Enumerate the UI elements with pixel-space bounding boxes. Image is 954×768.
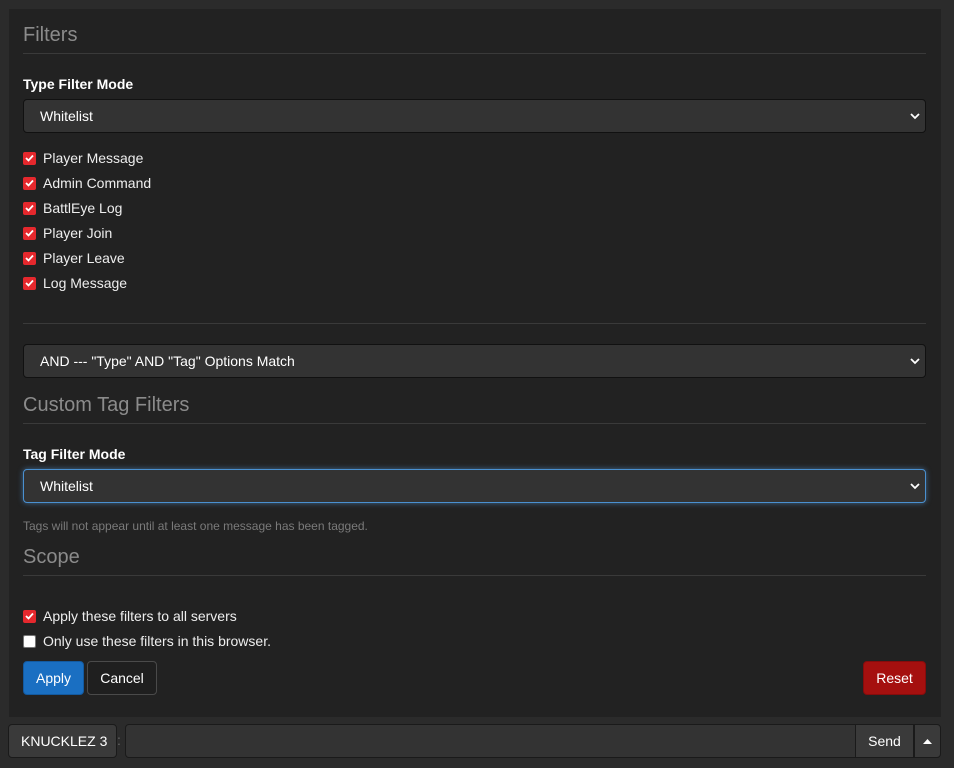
- apply-button[interactable]: Apply: [23, 661, 84, 695]
- chevron-down-icon: [909, 345, 921, 377]
- filters-panel: Filters Type Filter Mode Whitelist Playe…: [9, 9, 941, 717]
- type-filter-mode-select[interactable]: Whitelist: [23, 99, 926, 133]
- type-label: BattlEye Log: [43, 200, 123, 216]
- custom-tag-filters-title: Custom Tag Filters: [23, 394, 190, 416]
- reset-button[interactable]: Reset: [863, 661, 926, 695]
- type-filter-mode-value: Whitelist: [40, 108, 93, 124]
- checkbox-unchecked-icon[interactable]: [23, 634, 36, 648]
- type-label: Player Join: [43, 225, 113, 241]
- divider: [23, 323, 926, 324]
- scope-title: Scope: [23, 546, 80, 568]
- type-checkbox-admin-command[interactable]: Admin Command: [23, 173, 151, 193]
- chevron-down-icon: [909, 100, 921, 132]
- message-input[interactable]: [125, 724, 856, 758]
- scope-option-label: Apply these filters to all servers: [43, 608, 237, 624]
- type-label: Player Message: [43, 150, 144, 166]
- checkbox-checked-icon[interactable]: [23, 151, 36, 165]
- tag-filter-mode-value: Whitelist: [40, 478, 93, 494]
- scope-browser-only-checkbox[interactable]: Only use these filters in this browser.: [23, 631, 271, 651]
- tag-help-text: Tags will not appear until at least one …: [23, 519, 368, 533]
- divider: [23, 53, 926, 54]
- chat-bar: KNUCKLEZ 3 : Send: [0, 717, 954, 768]
- checkbox-checked-icon[interactable]: [23, 176, 36, 190]
- checkbox-checked-icon[interactable]: [23, 201, 36, 215]
- type-checkbox-battleye-log[interactable]: BattlEye Log: [23, 198, 122, 218]
- dropup-toggle-button[interactable]: [914, 724, 941, 758]
- type-checkbox-player-message[interactable]: Player Message: [23, 148, 143, 168]
- scope-option-label: Only use these filters in this browser.: [43, 633, 271, 649]
- send-button[interactable]: Send: [855, 724, 914, 758]
- type-label: Log Message: [43, 275, 128, 291]
- checkbox-checked-icon[interactable]: [23, 276, 36, 290]
- divider: [23, 423, 926, 424]
- type-checkbox-player-join[interactable]: Player Join: [23, 223, 112, 243]
- checkbox-checked-icon[interactable]: [23, 226, 36, 240]
- divider: [23, 575, 926, 576]
- match-mode-select[interactable]: AND --- "Type" AND "Tag" Options Match: [23, 344, 926, 378]
- type-checkbox-player-leave[interactable]: Player Leave: [23, 248, 125, 268]
- checkbox-checked-icon[interactable]: [23, 609, 36, 623]
- chevron-down-icon: [909, 470, 921, 502]
- type-checkbox-log-message[interactable]: Log Message: [23, 273, 127, 293]
- filters-title: Filters: [23, 24, 78, 46]
- match-mode-value: AND --- "Type" AND "Tag" Options Match: [40, 353, 295, 369]
- caret-up-icon: [923, 738, 932, 744]
- scope-all-servers-checkbox[interactable]: Apply these filters to all servers: [23, 606, 237, 626]
- cancel-button[interactable]: Cancel: [87, 661, 157, 695]
- checkbox-checked-icon[interactable]: [23, 251, 36, 265]
- type-label: Player Leave: [43, 250, 125, 266]
- tag-filter-mode-label: Tag Filter Mode: [23, 446, 126, 462]
- name-separator: :: [117, 732, 121, 748]
- type-filter-mode-label: Type Filter Mode: [23, 76, 134, 92]
- player-name-button[interactable]: KNUCKLEZ 3: [8, 724, 117, 758]
- type-label: Admin Command: [43, 175, 152, 191]
- tag-filter-mode-select[interactable]: Whitelist: [23, 469, 926, 503]
